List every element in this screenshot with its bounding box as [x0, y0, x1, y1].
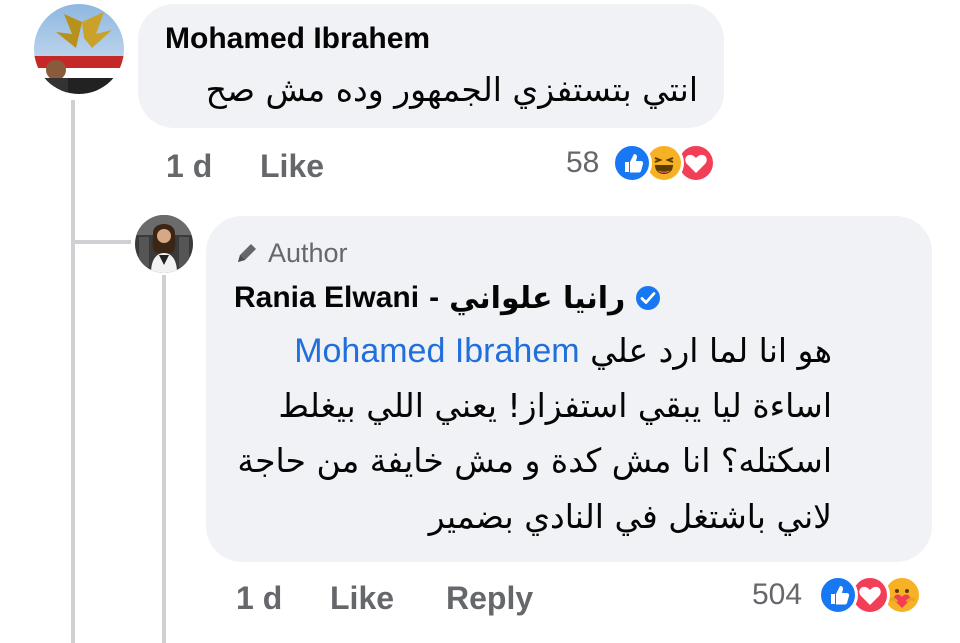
commenter-avatar[interactable]: [34, 4, 124, 94]
reply-reaction-count[interactable]: 504: [752, 578, 802, 612]
commenter-name[interactable]: Mohamed Ibrahem: [165, 22, 430, 56]
author-badge-label: Author: [268, 237, 348, 268]
thread-line-main: [71, 100, 75, 643]
reply-text-line-1: هو انا لما ارد علي Mohamed Ibrahem: [294, 331, 832, 371]
reply-text-line-4: لاني باشتغل في النادي بضمير: [428, 497, 832, 536]
author-badge: Author: [234, 238, 348, 268]
reply-line1-text: هو انا لما ارد علي: [590, 331, 832, 370]
verified-badge-icon: [635, 285, 661, 311]
comment-time[interactable]: 1 d: [166, 148, 212, 185]
reply-time[interactable]: 1 d: [236, 580, 282, 617]
comment-reactions[interactable]: [612, 143, 730, 183]
thread-line-branch: [71, 240, 131, 244]
reply-reply-button[interactable]: Reply: [446, 580, 533, 617]
like-icon: [612, 143, 652, 183]
comment-reaction-count[interactable]: 58: [566, 146, 599, 180]
pencil-icon: [234, 240, 260, 266]
author-avatar[interactable]: [135, 215, 193, 273]
comment-text: انتي بتستفزي الجمهور وده مش صح: [205, 70, 698, 109]
author-name-arabic: رانيا علواني: [449, 280, 626, 316]
comment-like-button[interactable]: Like: [260, 148, 324, 185]
reply-author-name[interactable]: Rania Elwani - رانيا علواني: [234, 279, 661, 317]
author-name-latin: Rania Elwani: [234, 281, 420, 314]
reply-reactions[interactable]: [818, 575, 936, 615]
reply-text-line-3: اسكتله؟ انا مش كدة و مش خايفة من حاجة: [237, 441, 832, 480]
like-icon: [818, 575, 858, 615]
reply-like-button[interactable]: Like: [330, 580, 394, 617]
thread-line-reply: [162, 275, 166, 643]
mention-link[interactable]: Mohamed Ibrahem: [294, 332, 579, 371]
reply-text-line-2: اساءة ليا يبقي استفزاز! يعني اللي بيغلط: [278, 386, 832, 425]
author-name-separator: -: [429, 281, 440, 314]
